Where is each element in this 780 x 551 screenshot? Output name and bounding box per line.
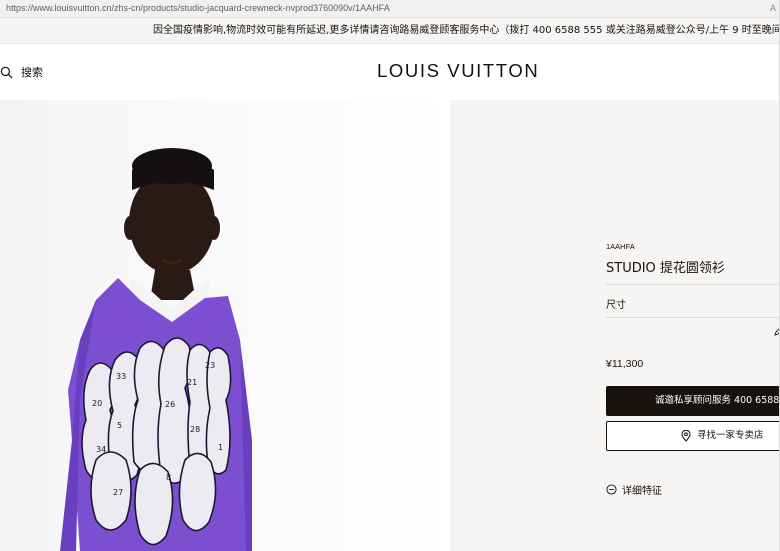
- notice-text: 因全国疫情影响,物流时效可能有所延迟,更多详情请咨询路易威登顾客服务中心（拨打 …: [153, 25, 780, 36]
- product-photo[interactable]: 33 20 5 34 27 26 21 8 1 28 23: [0, 100, 450, 551]
- jersey-number: 33: [116, 372, 126, 381]
- search-icon: [0, 66, 13, 78]
- jersey-number: 20: [92, 399, 102, 408]
- jersey-number: 21: [187, 378, 197, 387]
- size-selector[interactable]: 尺寸: [606, 284, 780, 336]
- location-pin-icon: [681, 430, 691, 442]
- brand-logo[interactable]: LOUIS VUITTON: [377, 60, 539, 82]
- jersey-number: 34: [96, 445, 106, 454]
- size-label: 尺寸: [606, 300, 626, 311]
- address-bar[interactable]: https://www.louisvuitton.cn/zhs-cn/produ…: [0, 0, 780, 18]
- minus-circle-icon: [606, 484, 617, 495]
- details-label: 详细特征: [622, 486, 662, 497]
- site-header: 搜索 LOUIS VUITTON: [0, 44, 780, 100]
- notice-banner: 因全国疫情影响,物流时效可能有所延迟,更多详情请咨询路易威登顾客服务中心（拨打 …: [0, 18, 780, 44]
- address-bar-end-marker: A: [769, 3, 776, 13]
- details-link[interactable]: 详细特征: [606, 482, 662, 497]
- jersey-number: 28: [190, 425, 200, 434]
- contact-advisor-label: 诚邀私享顾问服务 400 6588 555: [655, 395, 780, 406]
- search-button[interactable]: 搜索: [0, 64, 43, 80]
- jersey-number: 5: [117, 421, 122, 430]
- jersey-number: 8: [166, 473, 171, 482]
- search-label: 搜索: [21, 66, 43, 79]
- product-price: ¥11,300: [606, 358, 644, 370]
- model-wearing-sweater-image: 33 20 5 34 27 26 21 8 1 28 23: [0, 100, 450, 551]
- contact-advisor-button[interactable]: 诚邀私享顾问服务 400 6588 555: [606, 386, 780, 416]
- find-store-label: 寻找一家专卖店: [697, 430, 764, 441]
- jersey-number: 1: [218, 443, 223, 452]
- jersey-number: 23: [205, 361, 215, 370]
- jersey-number: 27: [113, 488, 123, 497]
- product-sku: 1AAHFA: [606, 242, 635, 251]
- product-name: STUDIO 提花圆领衫: [606, 261, 725, 276]
- address-url[interactable]: https://www.louisvuitton.cn/zhs-cn/produ…: [6, 3, 390, 13]
- find-store-button[interactable]: 寻找一家专卖店: [606, 421, 780, 451]
- jersey-number: 26: [165, 400, 175, 409]
